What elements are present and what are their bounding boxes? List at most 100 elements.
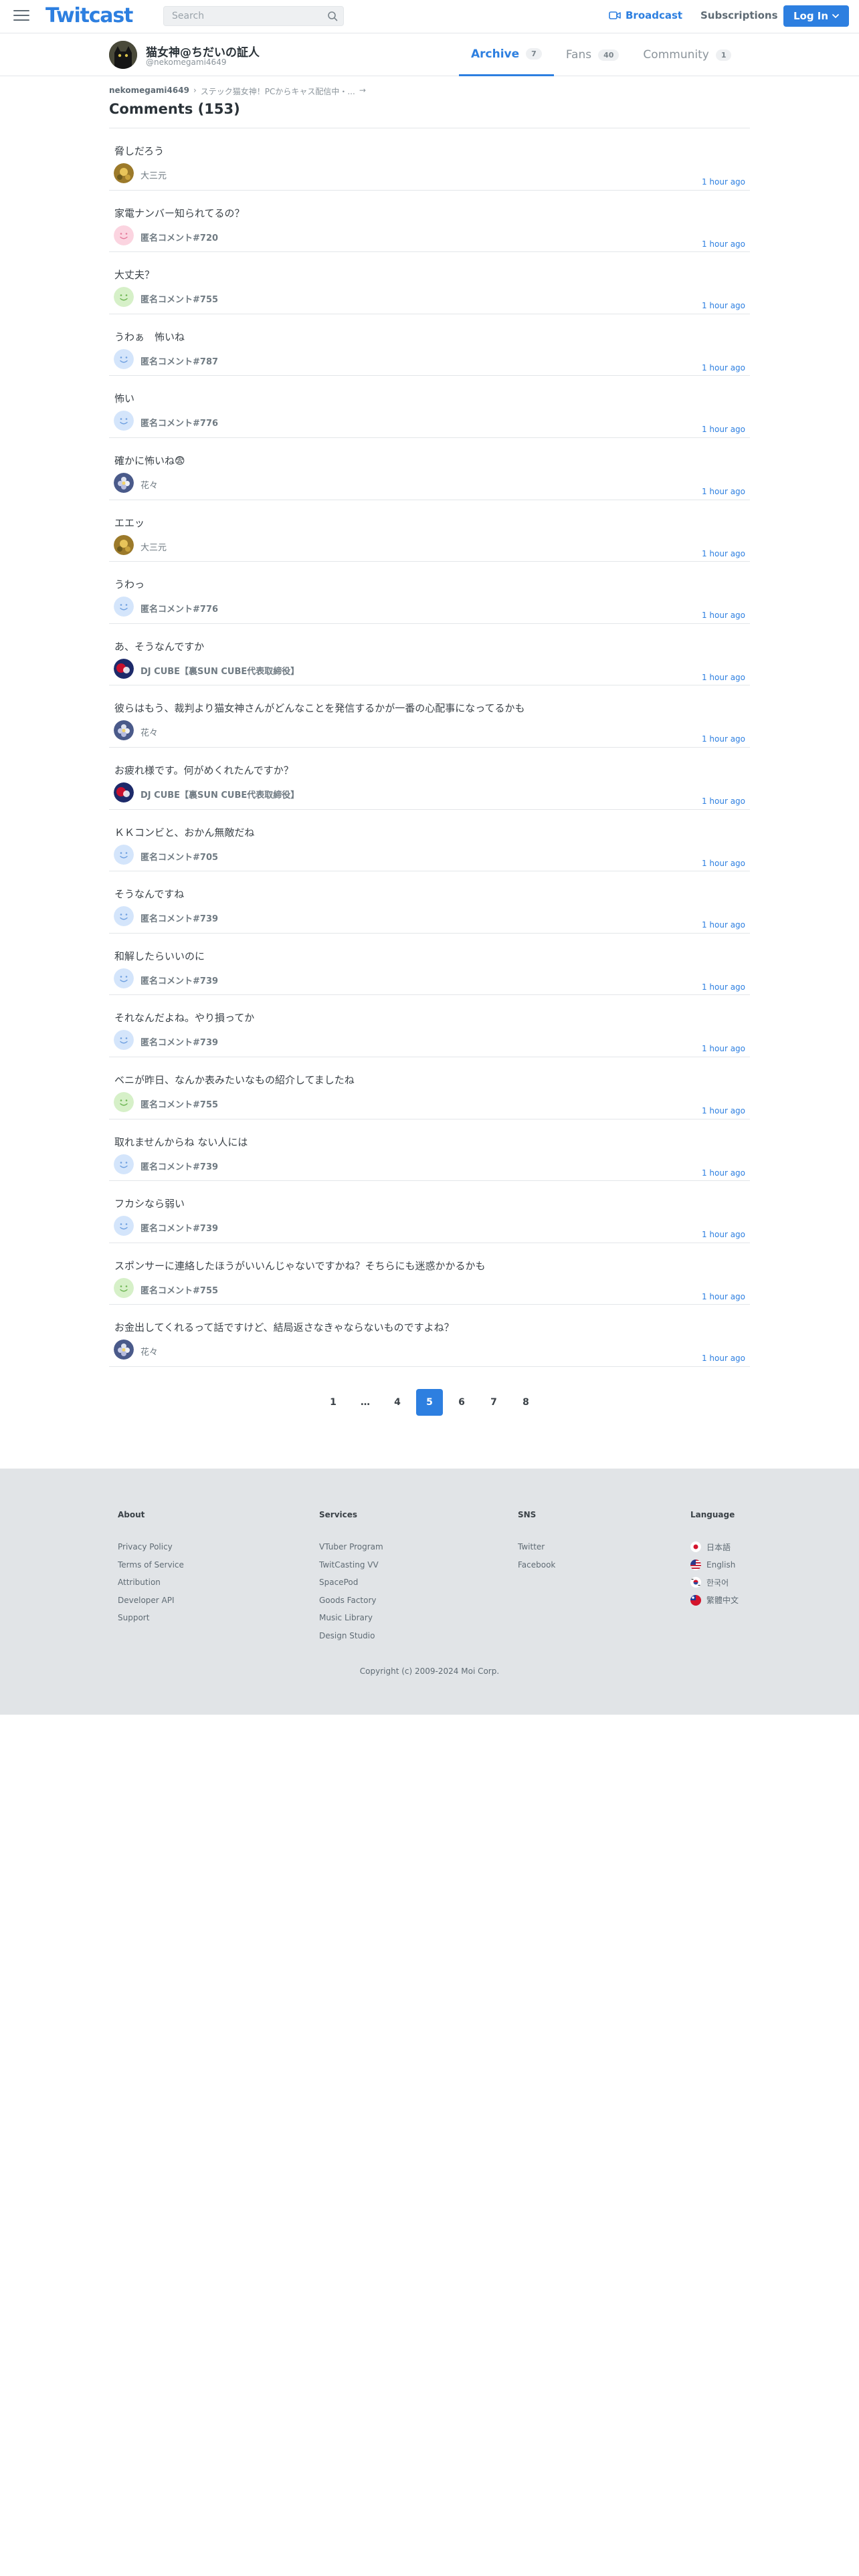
broadcast-button[interactable]: Broadcast	[609, 9, 682, 21]
search-input[interactable]	[164, 7, 318, 25]
commenter-name[interactable]: 花々	[140, 478, 158, 491]
tab-community[interactable]: Community 1	[631, 33, 743, 76]
search-box[interactable]	[163, 6, 344, 26]
footer-link-goods-factory[interactable]: Goods Factory	[319, 1592, 383, 1610]
commenter-avatar[interactable]	[114, 411, 134, 431]
page-button-1[interactable]: 1	[320, 1389, 347, 1416]
commenter-avatar[interactable]	[114, 844, 134, 865]
commenter-name[interactable]: 匿名コメント#787	[140, 354, 218, 367]
subscriptions-link[interactable]: Subscriptions	[700, 9, 778, 21]
commenter-avatar[interactable]	[114, 968, 134, 988]
commenter-name[interactable]: 匿名コメント#739	[140, 1160, 218, 1172]
user-avatar[interactable]	[109, 41, 137, 69]
tab-fans[interactable]: Fans 40	[554, 33, 632, 76]
commenter-avatar[interactable]	[114, 720, 134, 741]
commenter-avatar[interactable]	[114, 906, 134, 927]
comment-timestamp[interactable]: 1 hour ago	[702, 177, 745, 187]
comment-text: エエッ	[114, 516, 145, 529]
comment-timestamp[interactable]: 1 hour ago	[702, 301, 745, 310]
commenter-avatar[interactable]	[114, 534, 134, 555]
footer-link-terms[interactable]: Terms of Service	[118, 1556, 184, 1574]
page-button-6[interactable]: 6	[448, 1389, 475, 1416]
footer-link-attribution[interactable]: Attribution	[118, 1574, 184, 1592]
commenter-name[interactable]: 大三元	[140, 169, 167, 181]
footer-link-vtuber-program[interactable]: VTuber Program	[319, 1538, 383, 1556]
footer-link-developer-api[interactable]: Developer API	[118, 1592, 184, 1610]
comment-timestamp[interactable]: 1 hour ago	[702, 425, 745, 434]
commenter-avatar[interactable]	[114, 472, 134, 493]
comment-timestamp[interactable]: 1 hour ago	[702, 734, 745, 744]
commenter-avatar[interactable]	[114, 1030, 134, 1051]
twitcast-logo[interactable]: Twitcast	[45, 4, 133, 27]
language-option-zh-tw[interactable]: 繁體中文	[690, 1592, 739, 1610]
comment-timestamp[interactable]: 1 hour ago	[702, 239, 745, 249]
comment-timestamp[interactable]: 1 hour ago	[702, 1230, 745, 1239]
commenter-avatar[interactable]	[114, 658, 134, 679]
footer-link-twitcasting-vv[interactable]: TwitCasting VV	[319, 1556, 383, 1574]
comment-timestamp[interactable]: 1 hour ago	[702, 487, 745, 496]
menu-icon[interactable]	[13, 10, 29, 23]
commenter-name[interactable]: 匿名コメント#776	[140, 416, 218, 429]
commenter-avatar[interactable]	[114, 1339, 134, 1360]
language-option-en[interactable]: English	[690, 1556, 739, 1574]
commenter-avatar[interactable]	[114, 163, 134, 183]
commenter-name[interactable]: 匿名コメント#739	[140, 1221, 218, 1234]
commenter-avatar[interactable]	[114, 1216, 134, 1237]
comment-timestamp[interactable]: 1 hour ago	[702, 1168, 745, 1178]
commenter-avatar[interactable]	[114, 348, 134, 369]
page-button-4[interactable]: 4	[384, 1389, 411, 1416]
commenter-avatar[interactable]	[114, 1154, 134, 1174]
breadcrumb-user-link[interactable]: nekomegami4649	[109, 86, 189, 97]
page-button-5[interactable]: 5	[416, 1389, 443, 1416]
commenter-name[interactable]: 匿名コメント#755	[140, 1283, 218, 1296]
commenter-name[interactable]: 匿名コメント#755	[140, 292, 218, 305]
page-button-7[interactable]: 7	[480, 1389, 507, 1416]
comment-timestamp[interactable]: 1 hour ago	[702, 1354, 745, 1363]
footer-link-facebook[interactable]: Facebook	[518, 1556, 555, 1574]
page-button-8[interactable]: 8	[512, 1389, 539, 1416]
login-button[interactable]: Log In	[783, 5, 849, 27]
comment-timestamp[interactable]: 1 hour ago	[702, 1106, 745, 1115]
commenter-name[interactable]: 匿名コメント#720	[140, 231, 218, 243]
tab-archive[interactable]: Archive 7	[459, 33, 554, 76]
language-option-ja[interactable]: 日本語	[690, 1538, 739, 1556]
footer-link-music-library[interactable]: Music Library	[319, 1609, 383, 1627]
comment-timestamp[interactable]: 1 hour ago	[702, 549, 745, 558]
footer-link-twitter[interactable]: Twitter	[518, 1538, 555, 1556]
commenter-name[interactable]: DJ CUBE【裏SUN CUBE代表取締役】	[140, 664, 299, 677]
commenter-avatar[interactable]	[114, 597, 134, 617]
commenter-name[interactable]: 花々	[140, 1345, 158, 1358]
comment-timestamp[interactable]: 1 hour ago	[702, 920, 745, 930]
commenter-name[interactable]: 匿名コメント#705	[140, 850, 218, 863]
language-option-ko[interactable]: 한국어	[690, 1574, 739, 1592]
commenter-name[interactable]: 匿名コメント#755	[140, 1097, 218, 1110]
comment-timestamp[interactable]: 1 hour ago	[702, 859, 745, 868]
footer-link-support[interactable]: Support	[118, 1609, 184, 1627]
commenter-avatar[interactable]	[114, 1091, 134, 1112]
commenter-name[interactable]: 匿名コメント#739	[140, 911, 218, 924]
footer-link-privacy[interactable]: Privacy Policy	[118, 1538, 184, 1556]
comment-timestamp[interactable]: 1 hour ago	[702, 982, 745, 992]
commenter-avatar[interactable]	[114, 782, 134, 802]
commenter-name[interactable]: 花々	[140, 726, 158, 738]
comment-timestamp[interactable]: 1 hour ago	[702, 796, 745, 806]
comment-text: 取れませんからね ない人には	[114, 1136, 248, 1148]
comment-timestamp[interactable]: 1 hour ago	[702, 611, 745, 620]
breadcrumb-movie-link[interactable]: ステック猫女神！PCからキャス配信中・...	[201, 86, 355, 97]
commenter-avatar[interactable]	[114, 1277, 134, 1298]
comment-timestamp[interactable]: 1 hour ago	[702, 1044, 745, 1053]
comment-item: 家電ナンバー知られてるの？ 匿名コメント#720 1 hour ago	[109, 191, 750, 253]
comment-timestamp[interactable]: 1 hour ago	[702, 363, 745, 372]
commenter-name[interactable]: 大三元	[140, 540, 167, 553]
commenter-avatar[interactable]	[114, 225, 134, 245]
footer-link-design-studio[interactable]: Design Studio	[319, 1627, 383, 1645]
footer-link-spacepod[interactable]: SpacePod	[319, 1574, 383, 1592]
commenter-name[interactable]: 匿名コメント#776	[140, 602, 218, 615]
commenter-avatar[interactable]	[114, 287, 134, 308]
comment-timestamp[interactable]: 1 hour ago	[702, 1292, 745, 1301]
commenter-name[interactable]: 匿名コメント#739	[140, 1035, 218, 1048]
commenter-name[interactable]: 匿名コメント#739	[140, 974, 218, 986]
comment-timestamp[interactable]: 1 hour ago	[702, 673, 745, 682]
search-icon[interactable]	[327, 11, 338, 21]
commenter-name[interactable]: DJ CUBE【裏SUN CUBE代表取締役】	[140, 788, 299, 800]
